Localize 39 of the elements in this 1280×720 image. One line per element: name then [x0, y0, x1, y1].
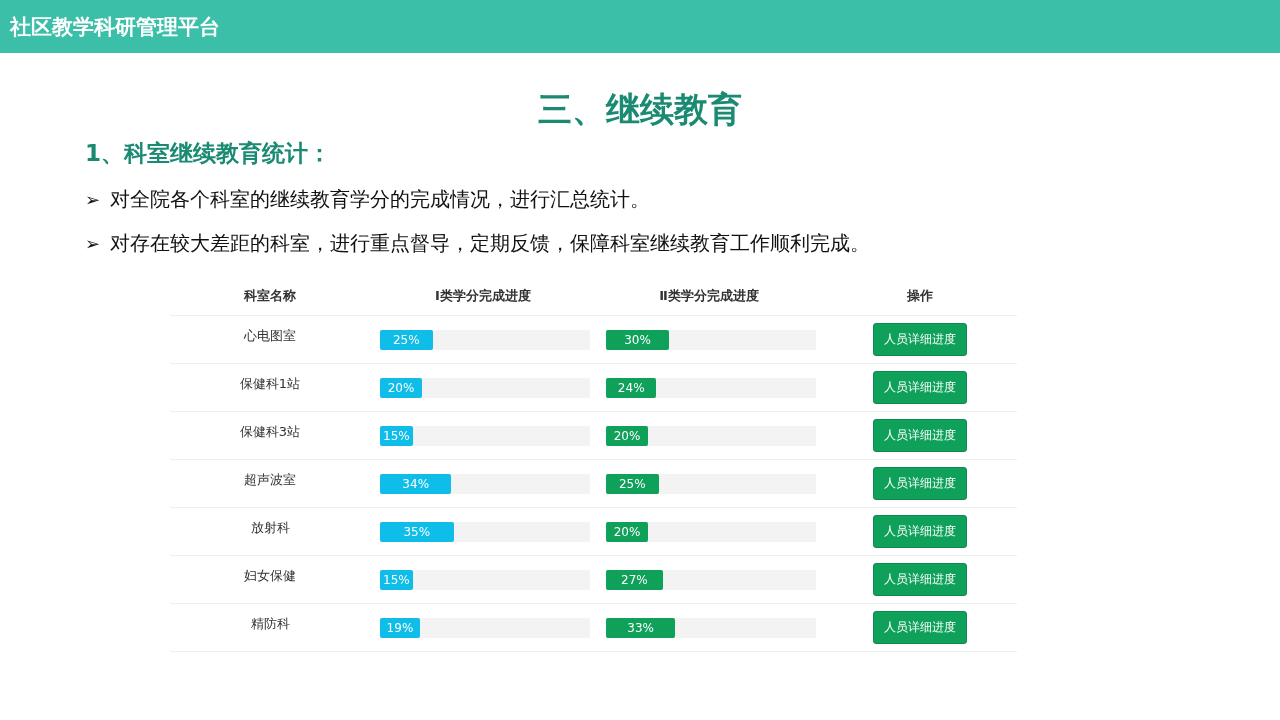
department-name: 精防科 — [250, 614, 290, 633]
progress-fill: 24% — [606, 377, 657, 398]
progress-fill: 15% — [380, 569, 413, 590]
progress-fill: 34% — [380, 473, 452, 494]
progress-fill: 30% — [606, 329, 669, 350]
details-button[interactable]: 人员详细进度 — [872, 563, 967, 596]
details-button[interactable]: 人员详细进度 — [872, 467, 967, 500]
department-name: 放射科 — [250, 518, 290, 537]
bullet-marker: ➢ — [85, 188, 101, 210]
progress-fill: 35% — [380, 521, 454, 542]
progress-fill: 33% — [606, 617, 676, 638]
department-name: 心电图室 — [244, 326, 296, 345]
progress-fill: 27% — [606, 569, 663, 590]
progress-fill: 20% — [606, 425, 648, 446]
department-name: 妇女保健 — [244, 566, 296, 585]
details-button[interactable]: 人员详细进度 — [872, 323, 967, 356]
details-button[interactable]: 人员详细进度 — [872, 419, 967, 452]
progress-fill: 20% — [606, 521, 648, 542]
bullet-marker: ➢ — [85, 232, 101, 254]
column-header: Ⅱ类学分完成进度 — [659, 287, 759, 305]
progress-fill: 19% — [380, 617, 420, 638]
details-button[interactable]: 人员详细进度 — [872, 611, 967, 644]
progress-fill: 20% — [380, 377, 422, 398]
details-button[interactable]: 人员详细进度 — [872, 371, 967, 404]
department-name: 保健科3站 — [239, 422, 301, 441]
progress-fill: 15% — [380, 425, 413, 446]
department-name: 保健科1站 — [239, 374, 301, 393]
column-header: 操作 — [906, 287, 933, 305]
bullet-text: 对存在较大差距的科室，进行重点督导，定期反馈，保障科室继续教育工作顺利完成。 — [110, 230, 871, 257]
progress-fill: 25% — [380, 329, 433, 350]
column-header: Ⅰ类学分完成进度 — [435, 287, 531, 305]
platform-title: 社区教学科研管理平台 — [10, 13, 220, 41]
progress-fill: 25% — [606, 473, 659, 494]
column-header: 科室名称 — [244, 287, 296, 305]
department-name: 超声波室 — [244, 470, 296, 489]
subsection-heading: 1、科室继续教育统计： — [85, 139, 331, 168]
details-button[interactable]: 人员详细进度 — [872, 515, 967, 548]
section-heading: 三、继续教育 — [538, 88, 742, 131]
bullet-text: 对全院各个科室的继续教育学分的完成情况，进行汇总统计。 — [110, 186, 651, 213]
